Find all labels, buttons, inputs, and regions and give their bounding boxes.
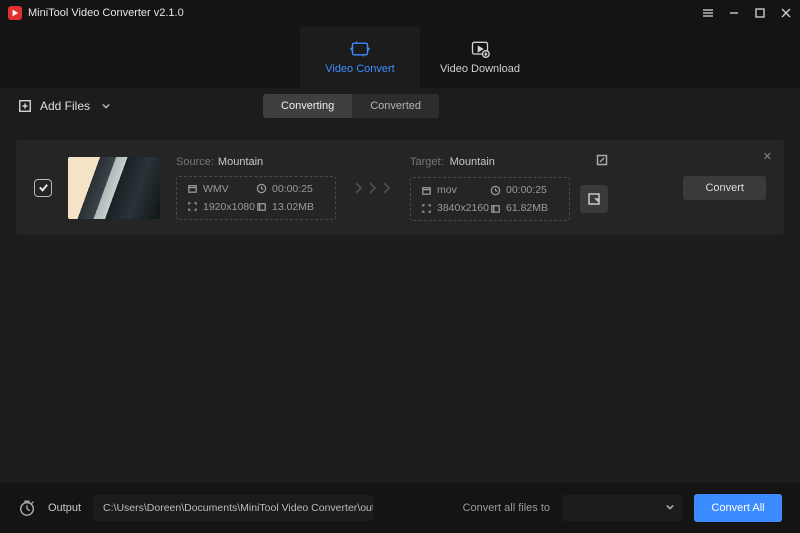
job-close-button[interactable]: ✕ — [763, 150, 772, 163]
target-resolution: 3840x2160 — [437, 202, 489, 214]
chevron-down-icon — [666, 502, 674, 514]
subtab-converting[interactable]: Converting — [263, 94, 352, 118]
maximize-button[interactable] — [754, 7, 766, 19]
add-files-icon — [18, 99, 32, 113]
output-label: Output — [48, 502, 81, 514]
format-icon — [187, 183, 198, 194]
target-label: Target: — [410, 156, 444, 168]
resolution-icon — [421, 203, 432, 214]
title-bar: MiniTool Video Converter v2.1.0 — [0, 0, 800, 26]
tab-video-convert[interactable]: Video Convert — [300, 26, 420, 88]
source-column: Source: Mountain WMV 00:00:25 1920x1080 … — [176, 156, 336, 220]
output-path-text: C:\Users\Doreen\Documents\MiniTool Video… — [103, 502, 373, 514]
target-size: 61.82MB — [506, 202, 548, 214]
convert-button[interactable]: Convert — [683, 176, 766, 200]
subtab-converted[interactable]: Converted — [352, 94, 439, 118]
source-size: 13.02MB — [272, 201, 314, 213]
edit-target-button[interactable] — [596, 154, 608, 169]
target-column: Target: Mountain mov 00:00:25 3840x2160 … — [410, 154, 608, 221]
content-area: ✕ Source: Mountain WMV 00:00:25 1920x108… — [0, 124, 800, 483]
target-filename: Mountain — [450, 156, 495, 168]
add-files-button[interactable]: Add Files — [18, 99, 110, 113]
resolution-icon — [187, 201, 198, 212]
footer: Output C:\Users\Doreen\Documents\MiniToo… — [0, 483, 800, 533]
arrows-icon — [352, 181, 394, 195]
check-icon — [38, 182, 49, 193]
target-format: mov — [437, 184, 457, 196]
source-info-box: WMV 00:00:25 1920x1080 13.02MB — [176, 176, 336, 220]
menu-icon[interactable] — [702, 7, 714, 19]
source-resolution: 1920x1080 — [203, 201, 255, 213]
subtab-group: Converting Converted — [263, 94, 439, 118]
size-icon — [256, 201, 267, 212]
clock-icon — [256, 183, 267, 194]
source-format: WMV — [203, 183, 229, 195]
clock-icon — [490, 185, 501, 196]
add-files-label: Add Files — [40, 99, 90, 113]
target-duration: 00:00:25 — [506, 184, 547, 196]
convert-all-format-select[interactable] — [562, 495, 682, 521]
app-title: MiniTool Video Converter v2.1.0 — [28, 7, 702, 19]
target-header: Target: Mountain — [410, 154, 608, 169]
output-path-select[interactable]: C:\Users\Doreen\Documents\MiniTool Video… — [93, 495, 373, 521]
source-label: Source: — [176, 156, 214, 168]
timer-icon[interactable] — [18, 499, 36, 517]
tab-video-download[interactable]: Video Download — [420, 26, 540, 88]
convert-all-button[interactable]: Convert All — [694, 494, 782, 522]
tab-video-convert-label: Video Convert — [325, 63, 395, 75]
job-card: ✕ Source: Mountain WMV 00:00:25 1920x108… — [16, 140, 784, 235]
app-logo — [8, 6, 22, 20]
close-button[interactable] — [780, 7, 792, 19]
add-files-caret-icon[interactable] — [98, 99, 110, 113]
format-icon — [421, 185, 432, 196]
source-header: Source: Mountain — [176, 156, 336, 168]
tab-video-download-label: Video Download — [440, 63, 520, 75]
job-thumbnail — [68, 157, 160, 219]
minimize-button[interactable] — [728, 7, 740, 19]
convert-all-label: Convert all files to — [463, 502, 550, 514]
target-settings-button[interactable] — [580, 185, 608, 213]
source-filename: Mountain — [218, 156, 263, 168]
target-info-box: mov 00:00:25 3840x2160 61.82MB — [410, 177, 570, 221]
job-checkbox[interactable] — [34, 179, 52, 197]
size-icon — [490, 203, 501, 214]
main-tabs: Video Convert Video Download — [0, 26, 800, 88]
source-duration: 00:00:25 — [272, 183, 313, 195]
toolbar: Add Files Converting Converted — [0, 88, 800, 124]
